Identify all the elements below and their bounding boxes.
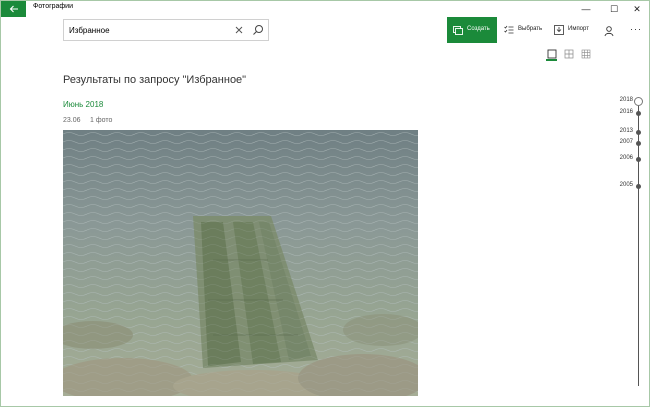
- import-button[interactable]: Импорт: [554, 17, 596, 43]
- search-box: [63, 19, 269, 41]
- close-window-button[interactable]: ✕: [623, 1, 650, 17]
- app-title: Фотографии: [33, 3, 74, 10]
- import-label: Импорт: [568, 26, 589, 32]
- results-title: Результаты по запросу "Избранное": [63, 74, 247, 86]
- minimize-button[interactable]: —: [572, 1, 600, 17]
- timeline-year-2013[interactable]: 2013: [613, 128, 633, 134]
- medium-grid-icon[interactable]: [564, 49, 574, 59]
- month-group-header[interactable]: Июнь 2018: [63, 100, 103, 109]
- timeline-dot: [636, 111, 641, 116]
- timeline-dot: [636, 141, 641, 146]
- timeline-dot: [636, 184, 641, 189]
- photo-image: [63, 130, 418, 396]
- timeline-dot: [636, 130, 641, 135]
- small-grid-icon[interactable]: [581, 49, 591, 59]
- group-photo-count: 1 фото: [90, 117, 113, 124]
- group-date: 23.06: [63, 117, 81, 124]
- timeline-current-marker[interactable]: [634, 97, 643, 106]
- toolbar: Создать Выбрать Импорт ···: [1, 17, 649, 43]
- photos-app-window: Фотографии — ☐ ✕ Соз: [0, 0, 650, 407]
- select-button[interactable]: Выбрать: [504, 17, 548, 43]
- active-view-indicator: [546, 59, 557, 61]
- search-icon: [253, 25, 263, 35]
- select-list-icon: [504, 25, 514, 34]
- title-bar: Фотографии — ☐ ✕: [1, 1, 649, 17]
- create-label: Создать: [467, 26, 490, 32]
- timeline-year-2016[interactable]: 2016: [613, 109, 633, 115]
- account-button[interactable]: [604, 24, 616, 37]
- clear-search-button[interactable]: [232, 23, 246, 37]
- person-icon: [604, 26, 614, 37]
- more-options-button[interactable]: ···: [630, 23, 644, 35]
- select-label: Выбрать: [518, 26, 543, 32]
- photo-thumbnail[interactable]: [63, 130, 418, 396]
- single-view-icon[interactable]: [547, 49, 557, 59]
- back-button[interactable]: [1, 1, 26, 17]
- create-album-icon: [453, 26, 463, 35]
- timeline-year-2018[interactable]: 2018: [613, 97, 633, 103]
- timeline-dot: [636, 157, 641, 162]
- search-button[interactable]: [251, 23, 265, 37]
- create-button[interactable]: Создать: [447, 17, 497, 43]
- timeline-year-2006[interactable]: 2006: [613, 155, 633, 161]
- arrow-left-icon: [9, 5, 18, 13]
- timeline-year-2005[interactable]: 2005: [613, 182, 633, 188]
- search-input[interactable]: [69, 23, 219, 37]
- import-icon: [554, 25, 564, 35]
- timeline-year-2007[interactable]: 2007: [613, 139, 633, 145]
- close-icon: [235, 26, 243, 34]
